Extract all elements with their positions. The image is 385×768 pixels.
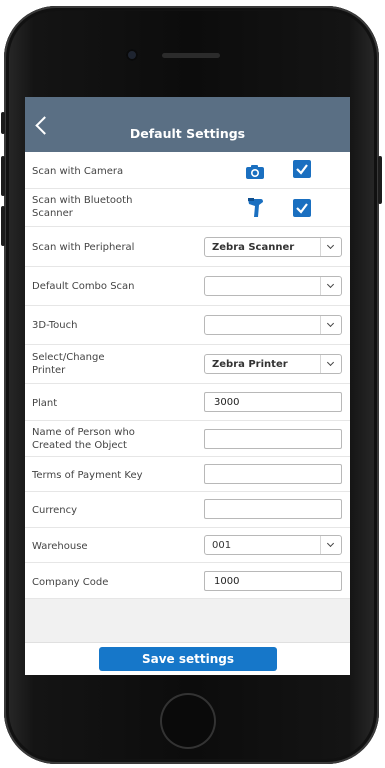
- barcode-scanner-icon: [248, 198, 263, 217]
- phone-volume-up: [1, 156, 5, 196]
- chevron-down-icon: [320, 316, 341, 334]
- nav-bar: Default Settings: [25, 97, 350, 152]
- setting-label-line: Scanner: [32, 208, 73, 219]
- setting-label: Name of Person who Created the Object: [32, 426, 135, 452]
- select-value: Zebra Printer: [212, 359, 288, 370]
- combo-scan-select[interactable]: [204, 276, 342, 296]
- setting-label-line: Select/Change: [32, 352, 105, 363]
- plant-field[interactable]: 3000: [204, 392, 342, 412]
- warehouse-select[interactable]: 001: [204, 535, 342, 555]
- input-value: 1000: [214, 576, 240, 587]
- setting-label-line: Created the Object: [32, 440, 127, 451]
- app-screen: Default Settings Scan with Camera Scan w…: [25, 97, 350, 675]
- front-camera: [126, 49, 138, 61]
- setting-row-scan-camera: Scan with Camera: [25, 152, 350, 189]
- setting-row-creator: Name of Person who Created the Object: [25, 421, 350, 457]
- select-value: Zebra Scanner: [212, 242, 295, 253]
- page-title: Default Settings: [129, 126, 246, 141]
- scan-bluetooth-checkbox[interactable]: [293, 199, 311, 217]
- footer-bar: Save settings: [25, 642, 350, 675]
- settings-list: Scan with Camera Scan with Bluetooth Sca…: [25, 152, 350, 599]
- setting-label: Scan with Peripheral: [32, 242, 135, 253]
- chevron-down-icon: [320, 277, 341, 295]
- currency-field[interactable]: [204, 499, 342, 519]
- payment-terms-field[interactable]: [204, 464, 342, 484]
- setting-row-company-code: Company Code 1000: [25, 563, 350, 599]
- setting-label: Company Code: [32, 577, 109, 588]
- setting-label: Scan with Bluetooth Scanner: [32, 194, 132, 220]
- chevron-down-icon: [320, 355, 341, 373]
- setting-label: 3D-Touch: [32, 320, 78, 331]
- setting-label: Select/Change Printer: [32, 351, 105, 377]
- scan-peripheral-select[interactable]: Zebra Scanner: [204, 237, 342, 257]
- setting-row-scan-peripheral: Scan with Peripheral Zebra Scanner: [25, 227, 350, 267]
- select-value: 001: [212, 540, 232, 551]
- setting-row-payment-terms: Terms of Payment Key: [25, 457, 350, 492]
- printer-select[interactable]: Zebra Printer: [204, 354, 342, 374]
- company-code-field[interactable]: 1000: [204, 571, 342, 591]
- chevron-down-icon: [320, 238, 341, 256]
- setting-row-currency: Currency: [25, 492, 350, 528]
- setting-row-combo-scan: Default Combo Scan: [25, 267, 350, 306]
- setting-label: Plant: [32, 398, 58, 409]
- input-value: 3000: [214, 397, 240, 408]
- phone-mute-switch: [1, 112, 5, 134]
- setting-label: Default Combo Scan: [32, 281, 135, 292]
- chevron-down-icon: [320, 536, 341, 554]
- creator-name-field[interactable]: [204, 429, 342, 449]
- earpiece-speaker: [162, 53, 220, 58]
- setting-label: Currency: [32, 505, 78, 516]
- home-button[interactable]: [160, 693, 216, 749]
- save-settings-button[interactable]: Save settings: [99, 647, 277, 671]
- setting-row-warehouse: Warehouse 001: [25, 528, 350, 563]
- 3d-touch-select[interactable]: [204, 315, 342, 335]
- setting-label-line: Printer: [32, 365, 66, 376]
- setting-label: Scan with Camera: [32, 166, 124, 177]
- setting-row-printer: Select/Change Printer Zebra Printer: [25, 345, 350, 384]
- phone-volume-down: [1, 206, 5, 246]
- setting-row-plant: Plant 3000: [25, 384, 350, 421]
- phone-power-button: [378, 156, 382, 204]
- setting-row-scan-bluetooth: Scan with Bluetooth Scanner: [25, 189, 350, 227]
- scan-camera-checkbox[interactable]: [293, 160, 311, 178]
- setting-label-line: Scan with Bluetooth: [32, 195, 133, 206]
- setting-label: Terms of Payment Key: [32, 470, 143, 481]
- setting-label-line: Name of Person who: [32, 427, 135, 438]
- setting-label: Warehouse: [32, 541, 88, 552]
- setting-row-3d-touch: 3D-Touch: [25, 306, 350, 345]
- camera-icon: [246, 165, 264, 179]
